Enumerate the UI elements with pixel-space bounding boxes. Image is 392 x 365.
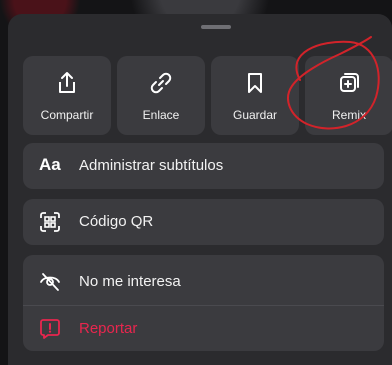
red-circle-annotation — [287, 36, 380, 130]
